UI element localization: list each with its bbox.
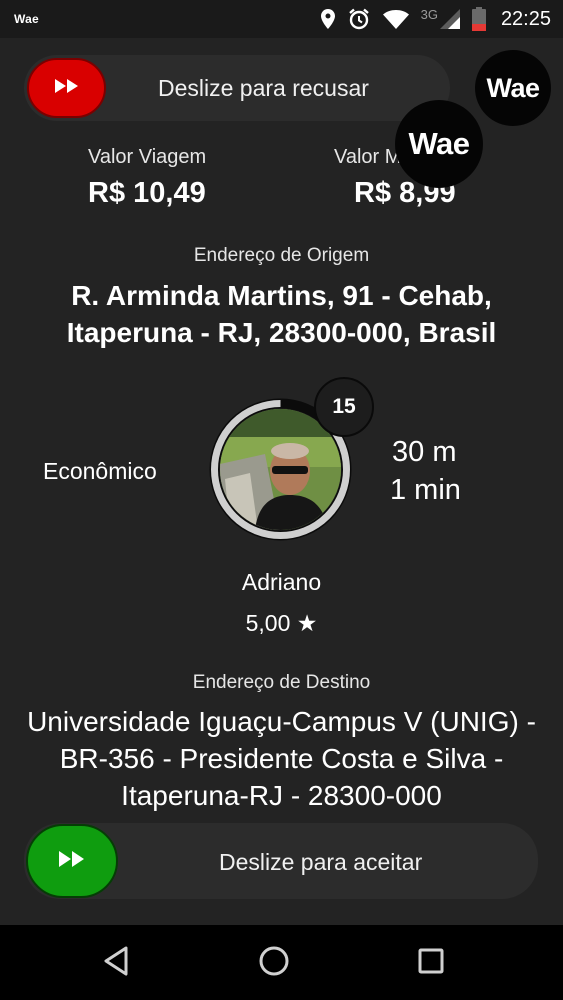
status-time: 22:25 (500, 7, 551, 30)
origin-address: R. Arminda Martins, 91 - Cehab, Itaperun… (66, 280, 497, 348)
trip-value-label: Valor Viagem (88, 146, 207, 168)
trip-distance: 30 m (392, 436, 457, 468)
accept-slider-label: Deslize para aceitar (219, 849, 423, 875)
status-app-logo: Wae (14, 12, 39, 26)
brand-logo: Wae (475, 50, 551, 126)
status-icons: 3G 22:25 (320, 6, 551, 32)
brand-logo-overlay: Wae (395, 100, 483, 188)
accept-slider[interactable]: Deslize para aceitar (24, 823, 538, 899)
signal-icon (439, 8, 461, 30)
nav-home-button[interactable] (250, 939, 298, 987)
nav-back-button[interactable] (92, 939, 140, 987)
recents-square-icon (417, 947, 445, 980)
origin-label: Endereço de Origem (193, 245, 370, 266)
passenger-name: Adriano (241, 569, 322, 595)
destination-address: Universidade Iguaçu-Campus V (UNIG) - BR… (27, 706, 536, 811)
home-circle-icon (258, 945, 290, 982)
passenger-rating: 5,00 ★ (245, 610, 318, 636)
brand-logo-overlay-text: Wae (408, 126, 470, 161)
reject-slider-handle[interactable] (27, 58, 106, 118)
system-nav-bar (0, 925, 563, 1000)
back-triangle-icon (102, 945, 130, 982)
brand-logo-text: Wae (486, 72, 540, 103)
fast-forward-icon (58, 850, 86, 873)
wifi-icon (382, 8, 410, 30)
destination-label: Endereço de Destino (192, 672, 371, 693)
reject-slider-label: Deslize para recusar (158, 75, 369, 101)
fast-forward-icon (54, 78, 80, 99)
status-bar: Wae 3G 22:25 (0, 0, 563, 38)
network-type-label: 3G (420, 6, 438, 22)
battery-icon (471, 7, 486, 31)
reject-slider[interactable]: Deslize para recusar (24, 55, 450, 121)
alarm-icon (347, 7, 371, 31)
nav-recents-button[interactable] (407, 939, 455, 987)
accept-slider-handle[interactable] (26, 824, 118, 898)
location-icon (320, 8, 336, 30)
ride-category: Econômico (43, 458, 157, 484)
trip-eta: 1 min (390, 474, 461, 506)
countdown-badge: 15 (314, 377, 374, 437)
trip-value: R$ 10,49 (88, 177, 206, 209)
